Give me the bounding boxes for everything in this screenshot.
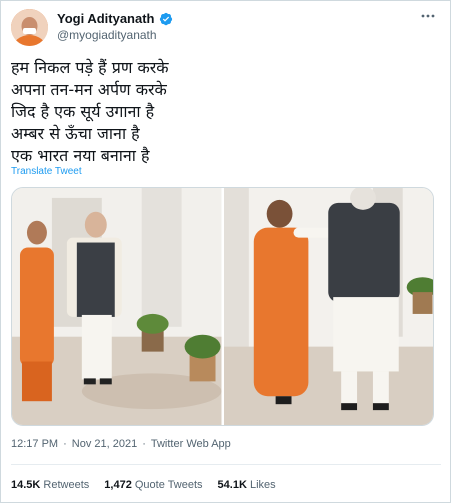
retweets-label: Retweets <box>43 479 90 491</box>
avatar[interactable] <box>11 9 48 46</box>
retweets-stat[interactable]: 14.5K Retweets <box>11 479 89 491</box>
tweet-time[interactable]: 12:17 PM <box>11 438 58 450</box>
author-name-row[interactable]: Yogi Adityanath <box>57 11 173 26</box>
author-handle[interactable]: @myogiadityanath <box>57 28 157 42</box>
quote-tweets-label: Quote Tweets <box>134 479 203 491</box>
meta-separator: · <box>142 438 146 450</box>
translate-tweet-link[interactable]: Translate Tweet <box>11 166 82 177</box>
author-display-name[interactable]: Yogi Adityanath <box>57 11 155 26</box>
quote-tweets-count: 1,472 <box>104 479 132 491</box>
tweet-source[interactable]: Twitter Web App <box>151 438 231 450</box>
photo-left-image <box>12 188 222 425</box>
avatar-image <box>11 9 48 46</box>
likes-count: 54.1K <box>217 479 247 491</box>
tweet-stats: 14.5K Retweets 1,472 Quote Tweets 54.1K … <box>11 479 276 491</box>
tweet-card: Yogi Adityanath @myogiadityanath हम निकल… <box>0 0 451 503</box>
tweet-media[interactable] <box>11 187 434 426</box>
likes-label: Likes <box>249 479 276 491</box>
tweet-text: हम निकल पड़े हैं प्रण करके अपना तन-मन अर… <box>11 58 169 165</box>
likes-stat[interactable]: 54.1K Likes <box>218 479 276 491</box>
photo-right[interactable] <box>223 188 433 425</box>
tweet-meta: 12:17 PM · Nov 21, 2021 · Twitter Web Ap… <box>11 438 231 450</box>
photo-right-image <box>223 188 433 425</box>
meta-separator: · <box>63 438 67 450</box>
verified-badge-icon <box>159 12 172 25</box>
retweets-count: 14.5K <box>11 479 41 491</box>
more-options-icon[interactable] <box>420 12 436 20</box>
divider <box>11 464 441 465</box>
quote-tweets-stat[interactable]: 1,472 Quote Tweets <box>104 479 202 491</box>
tweet-date[interactable]: Nov 21, 2021 <box>72 438 137 450</box>
photo-left[interactable] <box>12 188 222 425</box>
